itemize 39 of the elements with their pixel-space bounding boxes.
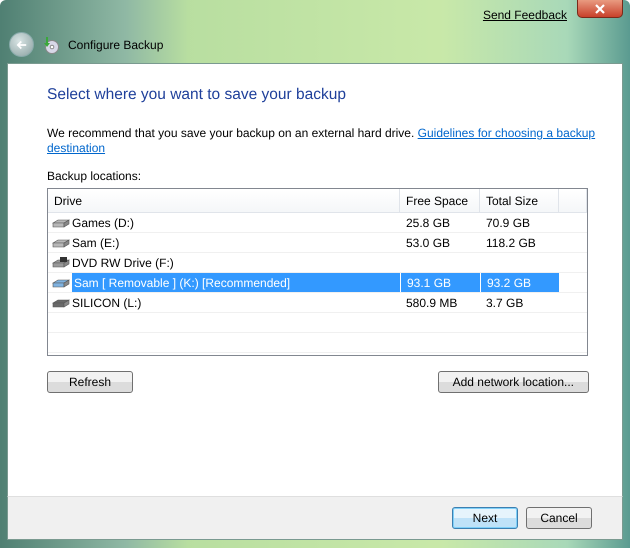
- backup-locations-label: Backup locations:: [47, 169, 142, 183]
- drive-row[interactable]: Games (D:) 25.8 GB 70.9 GB: [48, 213, 587, 233]
- column-header[interactable]: Total Size: [480, 189, 559, 212]
- total-size-value: 93.2 GB: [487, 276, 532, 290]
- intro-text: We recommend that you save your backup on an external hard drive. Guidelines for choosing a backup destination: [47, 126, 596, 156]
- free-space-value: 580.9 MB: [406, 296, 458, 310]
- drive-name: Games (D:): [72, 216, 134, 230]
- refresh-button[interactable]: Refresh: [47, 371, 133, 393]
- drive-icon: [52, 276, 70, 288]
- window-title: Configure Backup: [68, 38, 164, 52]
- guidelines-link[interactable]: destination: [47, 141, 106, 155]
- total-size-value: 70.9 GB: [486, 216, 530, 230]
- add-network-location-button[interactable]: Add network location...: [438, 371, 589, 393]
- drive-icon: [52, 216, 70, 228]
- dvd-drive-icon: [52, 256, 70, 268]
- close-button[interactable]: [577, 0, 623, 18]
- column-header[interactable]: Drive: [48, 189, 400, 212]
- drive-name: Sam [ Removable ] (K:) [Recommended]: [72, 273, 400, 292]
- cancel-button[interactable]: Cancel: [526, 507, 592, 529]
- drive-name: SILICON (L:): [72, 296, 142, 310]
- column-header[interactable]: Free Space: [400, 189, 480, 212]
- guidelines-link[interactable]: Guidelines for choosing a backup: [418, 126, 596, 140]
- drive-row[interactable]: SILICON (L:) 580.9 MB 3.7 GB: [48, 293, 587, 313]
- drive-icon: [52, 296, 70, 308]
- free-space-value: 93.1 GB: [407, 276, 452, 290]
- next-button[interactable]: Next: [452, 507, 518, 529]
- free-space-value: 25.8 GB: [406, 216, 450, 230]
- drive-name: DVD RW Drive (F:): [72, 256, 174, 270]
- backup-disc-icon: [42, 36, 60, 54]
- send-feedback-link[interactable]: Send Feedback: [482, 8, 567, 22]
- back-button[interactable]: [9, 32, 34, 57]
- page-heading: Select where you want to save your backup: [47, 86, 347, 104]
- total-size-value: 3.7 GB: [486, 296, 524, 310]
- drive-row[interactable]: Sam (E:) 53.0 GB 118.2 GB: [48, 233, 587, 253]
- total-size-value: 118.2 GB: [486, 236, 536, 250]
- drive-icon: [52, 236, 70, 248]
- close-icon: [595, 4, 605, 14]
- free-space-value: 53.0 GB: [406, 236, 450, 250]
- drive-name: Sam (E:): [72, 236, 120, 250]
